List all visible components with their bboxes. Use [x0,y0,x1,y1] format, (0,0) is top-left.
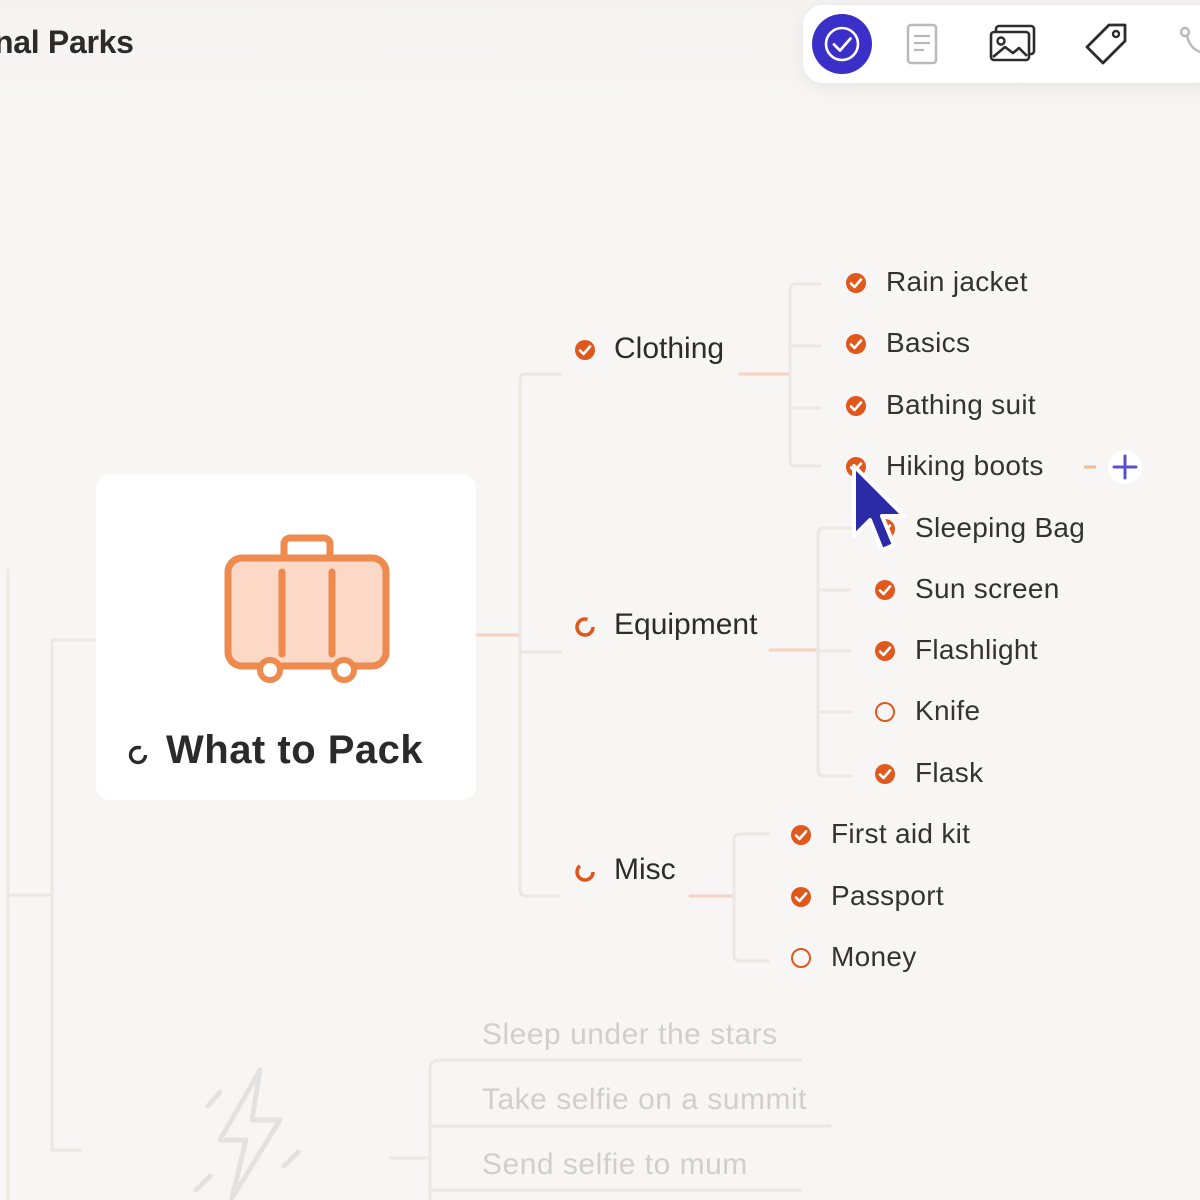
faded-item-selfie-summit[interactable]: Take selfie on a summit [482,1083,807,1117]
connector-line [428,1058,802,1072]
branch-equipment[interactable]: Equipment [614,608,757,642]
connector-line [518,888,562,898]
clothing-check-icon[interactable] [573,338,597,362]
faded-item-sleep[interactable]: Sleep under the stars [482,1018,778,1052]
leaf-sleeping-bag[interactable]: Sleeping Bag [915,512,1085,544]
empty-checkbox-icon[interactable] [873,700,897,724]
branch-clothing[interactable]: Clothing [614,332,724,366]
connector-line [732,832,770,842]
connector-line [816,768,852,778]
leaf-rain-jacket[interactable]: Rain jacket [886,266,1028,298]
check-icon[interactable] [789,823,813,847]
faded-item-selfie-mum[interactable]: Send selfie to mum [482,1148,748,1182]
equipment-progress-icon[interactable] [573,615,597,639]
check-icon[interactable] [844,394,868,418]
misc-progress-icon[interactable] [573,860,597,884]
lightning-icon [193,1067,301,1200]
connector-line [518,372,562,382]
check-icon[interactable] [844,332,868,356]
check-icon[interactable] [873,762,897,786]
leaf-first-aid-kit[interactable]: First aid kit [831,818,970,850]
leaf-passport[interactable]: Passport [831,880,944,912]
connector-line [788,458,822,468]
connector-line [788,282,822,292]
empty-checkbox-icon[interactable] [789,946,813,970]
leaf-knife[interactable]: Knife [915,695,980,727]
check-icon[interactable] [844,271,868,295]
root-status-ring[interactable] [126,743,150,767]
leaf-flashlight[interactable]: Flashlight [915,634,1038,666]
leaf-money[interactable]: Money [831,941,917,973]
leaf-bathing-suit[interactable]: Bathing suit [886,389,1036,421]
branch-misc[interactable]: Misc [614,853,676,887]
leaf-sun-screen[interactable]: Sun screen [915,573,1060,605]
leaf-basics[interactable]: Basics [886,327,970,359]
add-child-button[interactable] [1080,450,1150,486]
mouse-cursor-icon [852,464,906,552]
check-icon[interactable] [873,639,897,663]
check-icon[interactable] [873,578,897,602]
connector-line [732,953,770,963]
root-node-label[interactable]: What to Pack [166,728,423,773]
suitcase-icon [224,534,390,683]
leaf-flask[interactable]: Flask [915,757,983,789]
check-icon[interactable] [789,885,813,909]
